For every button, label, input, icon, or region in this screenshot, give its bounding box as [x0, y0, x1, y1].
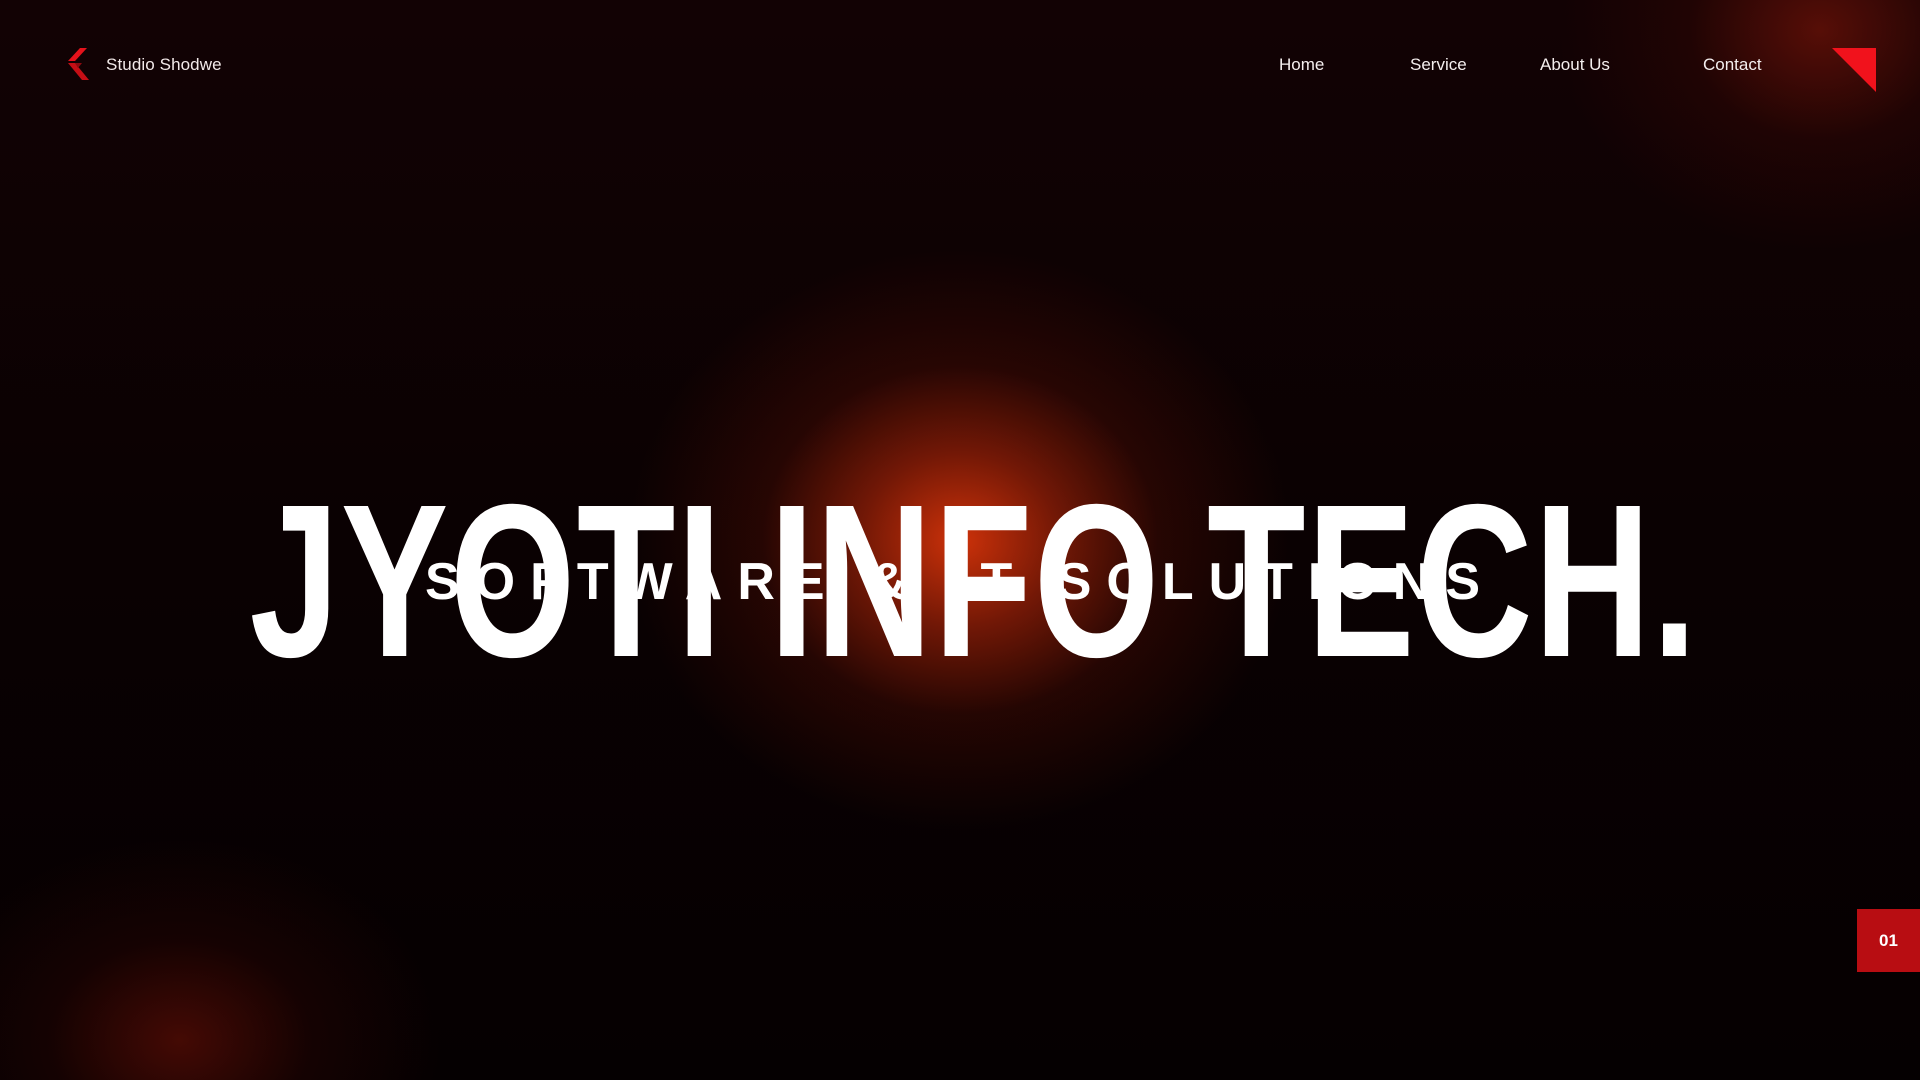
brand[interactable]: Studio Shodwe — [66, 48, 222, 82]
nav-about-us-link[interactable]: About Us — [1540, 55, 1610, 75]
nav-service-link[interactable]: Service — [1410, 55, 1467, 75]
brand-name: Studio Shodwe — [106, 55, 222, 74]
main-nav: Home Service About Us Contact — [1240, 55, 1780, 79]
corner-triangle-icon — [1832, 48, 1876, 92]
nav-contact-link[interactable]: Contact — [1703, 55, 1762, 75]
page: Studio Shodwe Home Service About Us Cont… — [0, 0, 1920, 1080]
slide-number-badge: 01 — [1857, 909, 1920, 972]
hero-subtitle: SOFTWARE & IT SOLUTIONS — [424, 553, 1496, 611]
nav-home-link[interactable]: Home — [1279, 55, 1324, 75]
chevron-logo-icon — [68, 48, 89, 80]
